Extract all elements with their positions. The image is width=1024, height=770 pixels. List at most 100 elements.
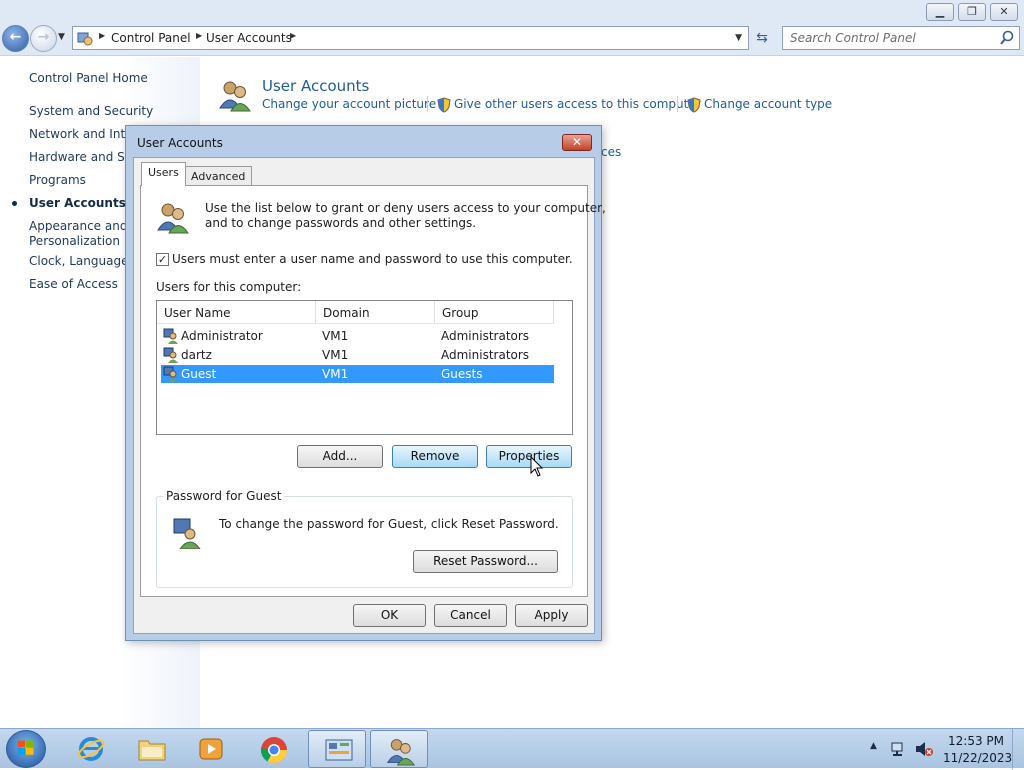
table-row[interactable]: dartz VM1 Administrators bbox=[161, 346, 554, 364]
recent-pages-dropdown[interactable]: ▼ bbox=[58, 32, 65, 42]
navigation-bar: ← → ▼ ▶ Control Panel ▶ User Accounts ▶ … bbox=[0, 22, 1024, 56]
nav-hardware-and-sound[interactable]: Hardware and Sou bbox=[29, 150, 140, 164]
show-hidden-icons-button[interactable]: ▲ bbox=[870, 741, 877, 751]
control-panel-icon bbox=[77, 32, 93, 46]
column-header-user-name[interactable]: User Name bbox=[157, 301, 316, 324]
close-icon: ✕ bbox=[571, 135, 583, 149]
users-tab-panel: Use the list below to grant or deny user… bbox=[140, 185, 606, 597]
breadcrumb-arrow-icon[interactable]: ▶ bbox=[290, 31, 296, 40]
password-instructions: To change the password for Guest, click … bbox=[219, 517, 559, 531]
chrome-icon bbox=[260, 737, 288, 764]
breadcrumb-arrow-icon[interactable]: ▶ bbox=[99, 31, 105, 40]
dialog-title: User Accounts bbox=[137, 136, 223, 150]
tab-advanced[interactable]: Advanced bbox=[184, 166, 253, 186]
change-account-picture-link[interactable]: Change your account picture bbox=[262, 97, 436, 111]
dialog-close-button[interactable]: ✕ bbox=[562, 134, 592, 151]
ok-button[interactable]: OK bbox=[353, 604, 426, 627]
search-icon[interactable] bbox=[999, 29, 1015, 47]
change-account-type-link[interactable]: Change account type bbox=[704, 97, 832, 111]
properties-button[interactable]: Properties bbox=[486, 445, 572, 468]
tab-users[interactable]: Users bbox=[141, 162, 186, 186]
nav-system-and-security[interactable]: System and Security bbox=[29, 104, 153, 118]
close-icon: ✕ bbox=[999, 5, 1009, 18]
intro-text-line1: Use the list below to grant or deny user… bbox=[205, 201, 606, 215]
current-location-bullet bbox=[12, 201, 17, 206]
partially-hidden-link[interactable]: ces bbox=[601, 145, 621, 159]
search-input[interactable]: Search Control Panel bbox=[782, 26, 1020, 50]
nav-user-accounts[interactable]: User Accounts bbox=[29, 196, 126, 210]
show-desktop-button[interactable] bbox=[1012, 729, 1024, 769]
user-name-cell: Guest bbox=[181, 367, 217, 381]
checkmark-icon: ✓ bbox=[157, 253, 168, 266]
taskbar-user-accounts[interactable] bbox=[370, 730, 428, 768]
nav-ease-of-access[interactable]: Ease of Access bbox=[29, 277, 118, 291]
back-arrow-icon: ← bbox=[9, 29, 22, 45]
nav-control-panel-home[interactable]: Control Panel Home bbox=[29, 71, 148, 85]
remove-user-button[interactable]: Remove bbox=[392, 445, 478, 468]
restore-icon: ❐ bbox=[967, 5, 977, 18]
taskbar-windows-explorer[interactable] bbox=[122, 730, 180, 768]
nav-appearance-line2[interactable]: Personalization bbox=[29, 234, 120, 248]
user-password-icon bbox=[173, 518, 201, 549]
clock-time[interactable]: 12:53 PM bbox=[948, 734, 1004, 748]
taskbar-chrome[interactable] bbox=[244, 730, 302, 768]
minimize-button[interactable]: ▁ bbox=[926, 3, 954, 21]
link-separator bbox=[677, 96, 678, 112]
user-name-cell: Administrator bbox=[181, 329, 263, 343]
folder-icon bbox=[138, 740, 166, 761]
taskbar: ▲ 12:53 PM 11/22/2023 bbox=[0, 728, 1024, 769]
media-player-icon bbox=[199, 738, 223, 760]
network-icon[interactable] bbox=[890, 740, 908, 758]
address-dropdown-icon[interactable]: ▼ bbox=[735, 33, 742, 43]
internet-explorer-icon bbox=[77, 737, 105, 761]
maximize-button[interactable]: ❐ bbox=[958, 3, 986, 21]
table-row[interactable]: Administrator VM1 Administrators bbox=[161, 327, 554, 345]
taskbar-control-panel[interactable] bbox=[308, 730, 366, 768]
users-list[interactable]: User Name Domain Group Administrator VM1… bbox=[156, 300, 573, 435]
users-icon bbox=[157, 203, 189, 234]
user-icon bbox=[163, 328, 178, 344]
close-window-button[interactable]: ✕ bbox=[990, 3, 1018, 21]
nav-programs[interactable]: Programs bbox=[29, 173, 86, 187]
column-header-group[interactable]: Group bbox=[435, 301, 554, 324]
breadcrumb-arrow-icon[interactable]: ▶ bbox=[196, 31, 202, 40]
taskbar-internet-explorer[interactable] bbox=[62, 730, 120, 768]
require-password-label[interactable]: Users must enter a user name and passwor… bbox=[172, 252, 573, 266]
reset-password-button[interactable]: Reset Password... bbox=[413, 550, 558, 573]
cancel-button[interactable]: Cancel bbox=[434, 604, 507, 627]
link-separator bbox=[427, 96, 428, 112]
windows-logo-icon bbox=[17, 740, 34, 755]
add-user-button[interactable]: Add... bbox=[297, 445, 383, 468]
volume-muted-icon[interactable] bbox=[914, 740, 934, 758]
uac-shield-icon bbox=[687, 97, 701, 113]
column-header-domain[interactable]: Domain bbox=[316, 301, 435, 324]
minimize-icon: ▁ bbox=[935, 5, 945, 18]
user-icon bbox=[163, 347, 178, 363]
nav-appearance-line1[interactable]: Appearance and bbox=[29, 219, 127, 233]
domain-cell: VM1 bbox=[322, 348, 349, 362]
apply-button[interactable]: Apply bbox=[515, 604, 588, 627]
uac-shield-icon bbox=[437, 97, 451, 113]
breadcrumb-control-panel[interactable]: Control Panel bbox=[111, 31, 191, 45]
start-button[interactable] bbox=[6, 730, 46, 768]
forward-button[interactable]: → bbox=[30, 25, 57, 52]
address-bar[interactable]: ▶ Control Panel ▶ User Accounts ▶ ▼ bbox=[72, 26, 749, 50]
taskbar-media-player[interactable] bbox=[182, 730, 240, 768]
users-list-label: Users for this computer: bbox=[156, 280, 302, 294]
group-cell: Administrators bbox=[441, 348, 530, 362]
user-accounts-dialog: User Accounts ✕ Users Advanced Use the l… bbox=[125, 125, 606, 641]
window-titlebar: ▁ ❐ ✕ bbox=[0, 0, 1024, 22]
forward-arrow-icon: → bbox=[37, 29, 50, 45]
breadcrumb-user-accounts[interactable]: User Accounts bbox=[206, 31, 292, 45]
password-group-legend: Password for Guest bbox=[163, 489, 285, 503]
password-group: Password for Guest To change the passwor… bbox=[156, 489, 573, 588]
nav-network-and-internet[interactable]: Network and Inter bbox=[29, 127, 137, 141]
user-accounts-icon bbox=[386, 739, 416, 766]
require-password-checkbox[interactable]: ✓ bbox=[156, 253, 169, 266]
clock-date[interactable]: 11/22/2023 bbox=[943, 751, 1012, 765]
give-users-access-link[interactable]: Give other users access to this computer bbox=[454, 97, 701, 111]
table-row-selected[interactable]: Guest VM1 Guests bbox=[161, 365, 554, 383]
refresh-button[interactable]: ⇆ bbox=[752, 29, 772, 49]
back-button[interactable]: ← bbox=[2, 25, 29, 52]
user-icon bbox=[163, 366, 178, 382]
